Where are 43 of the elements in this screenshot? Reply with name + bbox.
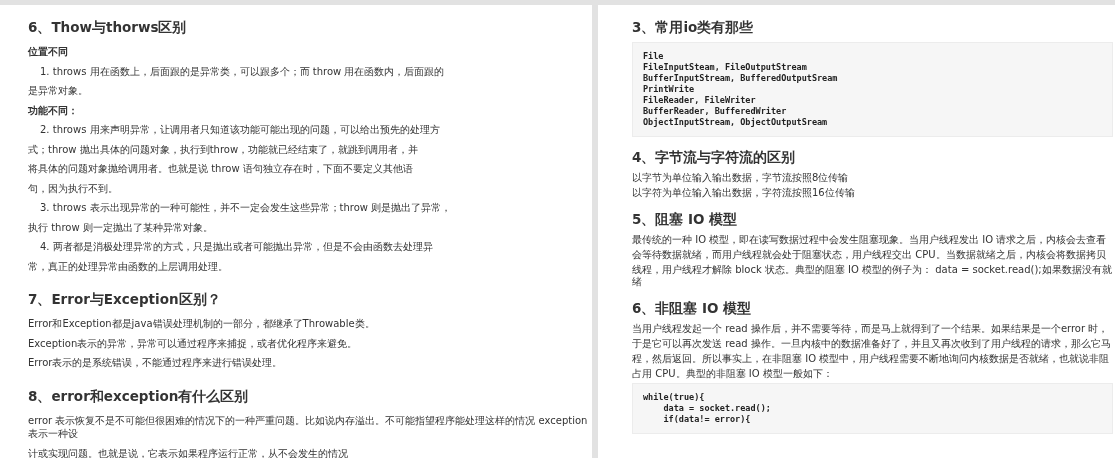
body-text: 式；throw 抛出具体的问题对象，执行到throw，功能就已经结束了，就跳到调用者，并 bbox=[28, 142, 420, 156]
body-text: 会等待数据就绪，而用户线程就会处于阻塞状态，用户线程交出 CPU。当数据就绪之后，内核会将数据拷贝 bbox=[632, 249, 1107, 261]
section-heading: 3、常用io类有那些 bbox=[632, 19, 755, 37]
subheading: 功能不同： bbox=[28, 103, 79, 117]
code-line: if(data!= error){ bbox=[662, 414, 752, 425]
code-line: BufferInputStream, BufferedOutputSream bbox=[643, 73, 839, 84]
body-text: 以字节为单位输入输出数据，字节流按照8位传输 bbox=[632, 172, 850, 184]
body-text: Error和Exception都是java错误处理机制的一部分，都继承了Throwable类。 bbox=[28, 317, 376, 331]
body-text: 3. throws 表示出现异常的一种可能性，并不一定会发生这些异常；throw 则是抛出了异常， bbox=[39, 201, 453, 215]
code-line: File bbox=[643, 51, 665, 62]
body-text: 是异常对象。 bbox=[28, 84, 89, 98]
section-heading: 7、Error与Exception区别？ bbox=[28, 291, 222, 309]
body-text: 最传统的一种 IO 模型，即在读写数据过程中会发生阻塞现象。当用户线程发出 IO 请求之后，内核会去查看 bbox=[632, 234, 1108, 246]
body-text: Error表示的是系统错误，不能通过程序来进行错误处理。 bbox=[28, 356, 284, 370]
body-text: 2. throws 用来声明异常，让调用者只知道该功能可能出现的问题，可以给出预先的处理方 bbox=[39, 123, 441, 137]
body-text: 以字符为单位输入输出数据，字符流按照16位传输 bbox=[632, 187, 856, 199]
section-heading: 6、Thow与thorws区别 bbox=[28, 19, 188, 37]
body-text: 常，真正的处理异常由函数的上层调用处理。 bbox=[28, 259, 229, 273]
section-heading: 8、error和exception有什么区别 bbox=[28, 387, 250, 406]
body-text: 占用 CPU。典型的非阻塞 IO 模型一般如下： bbox=[632, 368, 834, 380]
body-text: 于是它可以再次发送 read 操作。一旦内核中的数据准备好了，并且又再次收到了用户线程的请求，那么它马 bbox=[632, 338, 1112, 350]
section-heading: 6、非阻塞 IO 模型 bbox=[632, 300, 753, 318]
code-line: while(true){ bbox=[643, 392, 706, 403]
body-text: 计或实现问题。也就是说，它表示如果程序运行正常，从不会发生的情况 bbox=[28, 446, 349, 458]
section-heading: 4、字节流与字符流的区别 bbox=[632, 149, 797, 167]
body-text: 执行 throw 则一定抛出了某种异常对象。 bbox=[28, 220, 214, 234]
code-line: ObjectInputStream, ObjectOutputSream bbox=[643, 117, 829, 128]
body-text: 线程，用户线程才解除 block 状态。典型的阻塞 IO 模型的例子为： data = socket.read();如果数据没有就绪 bbox=[632, 264, 1113, 288]
body-text: Exception表示的异常，异常可以通过程序来捕捉，或者优化程序来避免。 bbox=[28, 336, 359, 350]
body-text: 程，然后返回。所以事实上，在非阻塞 IO 模型中，用户线程需要不断地询问内核数据是否就绪，也就说非阻 bbox=[632, 353, 1111, 365]
code-line: BufferReader, BufferedWriter bbox=[643, 106, 788, 117]
body-text: 1. throws 用在函数上，后面跟的是异常类，可以跟多个；而 throw 用在函数内，后面跟的 bbox=[39, 64, 446, 78]
code-line: data = socket.read(); bbox=[662, 403, 772, 414]
body-text: error 表示恢复不是不可能但很困难的情况下的一种严重问题。比如说内存溢出。不可能指望程序能处理这样的情况 exception 表示一种设 bbox=[28, 413, 589, 441]
body-text: 将具体的问题对象抛给调用者。也就是说 throw 语句独立存在时，下面不要定义其他语 bbox=[28, 162, 414, 176]
body-text: 4. 两者都是消极处理异常的方式，只是抛出或者可能抛出异常，但是不会由函数去处理异 bbox=[39, 240, 434, 254]
body-text: 句，因为执行不到。 bbox=[28, 181, 119, 195]
subheading: 位置不同 bbox=[28, 45, 69, 59]
code-line: FileReader, FileWriter bbox=[643, 95, 757, 106]
code-line: FileInputSteam, FileOutputStream bbox=[643, 62, 808, 73]
section-heading: 5、阻塞 IO 模型 bbox=[632, 211, 739, 229]
body-text: 当用户线程发起一个 read 操作后，并不需要等待，而是马上就得到了一个结果。如果结果是一个error 时， bbox=[632, 323, 1110, 335]
code-line: PrintWrite bbox=[643, 84, 696, 95]
